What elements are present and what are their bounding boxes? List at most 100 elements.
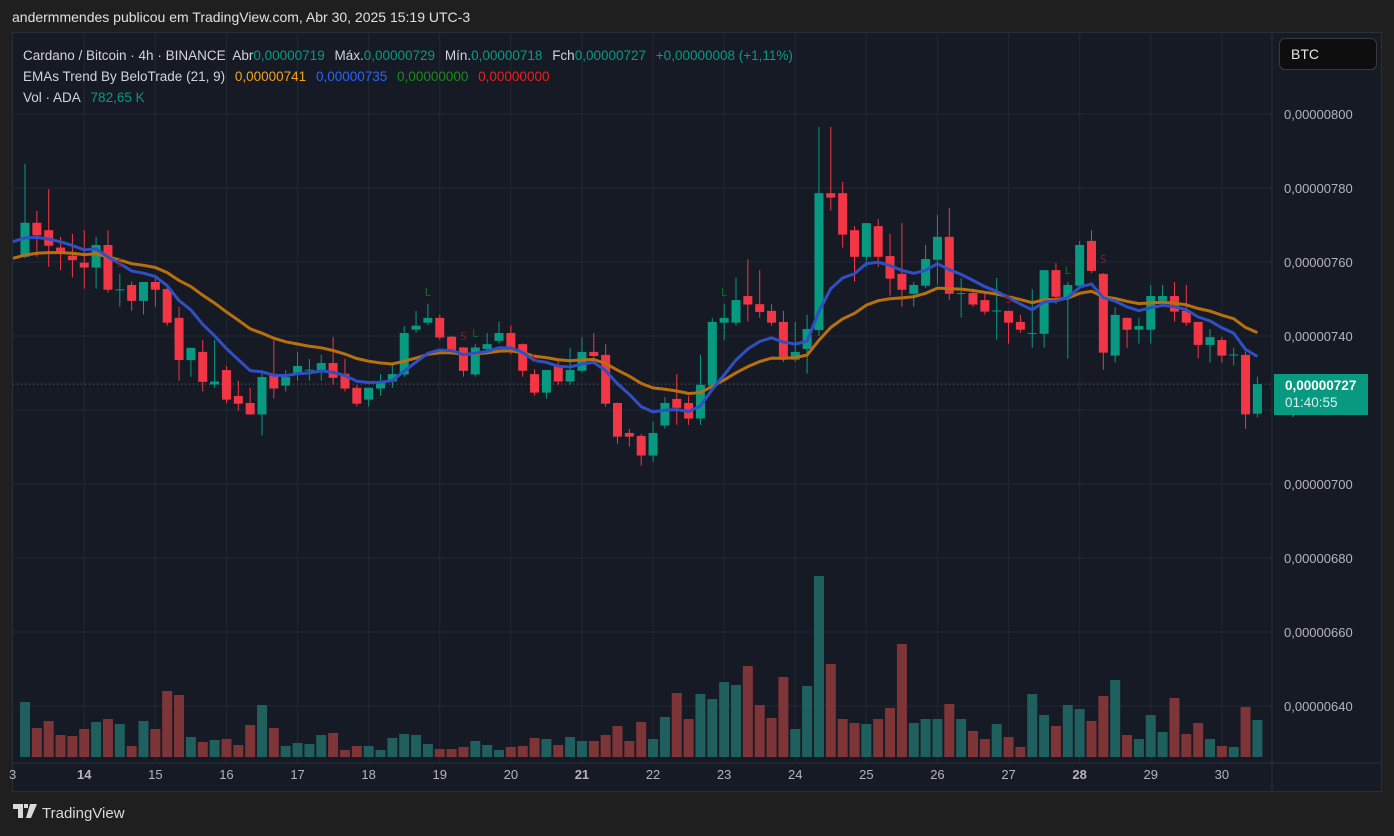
price-tick-label: 0,00000700 [1284, 477, 1353, 492]
price-tick-label: 0,00000660 [1284, 625, 1353, 640]
candle [281, 370, 291, 392]
candle [221, 365, 231, 404]
candle [115, 273, 125, 307]
time-axis: 3 14 15 16 17 18 19 20 21 22 23 24 25 26 27 28 29 30 [9, 767, 1229, 782]
candle [589, 333, 599, 361]
volume-bar [375, 750, 386, 757]
candle-body [1027, 333, 1037, 335]
volume-bar [790, 729, 801, 757]
short-signal-label: S [531, 352, 538, 365]
candle [767, 304, 777, 326]
tradingview-logo-text: TradingView [42, 804, 125, 822]
volume-bar [458, 746, 469, 757]
volume-bar [31, 728, 42, 757]
volume-bar [671, 692, 682, 757]
candle [1241, 351, 1251, 429]
candle [530, 369, 540, 396]
volume-bar [624, 741, 635, 757]
indicator-title[interactable]: EMAs Trend By BeloTrade (21, 9) [23, 69, 225, 84]
volume-bar [79, 729, 90, 757]
candle [1229, 347, 1239, 366]
candle [660, 397, 670, 429]
candle [20, 163, 30, 259]
candle [1134, 317, 1144, 344]
time-tick-label: 25 [859, 767, 873, 782]
candle [127, 281, 137, 311]
candle [897, 223, 907, 307]
candle [1122, 317, 1132, 348]
time-tick-label: 21 [575, 767, 589, 782]
candle [992, 277, 1002, 340]
time-tick-label: 19 [433, 767, 447, 782]
price-tick-label: 0,00000740 [1284, 329, 1353, 344]
volume-bar [43, 721, 54, 757]
time-tick-label: 23 [717, 767, 731, 782]
candle-body [932, 236, 942, 260]
candle-body [719, 317, 729, 323]
volume-bar [636, 722, 647, 757]
volume-bar [1157, 731, 1168, 757]
volume-bar [221, 738, 232, 757]
volume-title[interactable]: Vol · ADA [23, 90, 81, 105]
volume-bar [411, 735, 422, 757]
change-value: +0,00000008 (+1,11%) [655, 48, 793, 63]
volume-bar [197, 742, 208, 757]
high-label: Máx. [334, 48, 364, 63]
candle-body [32, 222, 42, 236]
candle-body [1217, 340, 1227, 356]
candle [174, 306, 184, 381]
candle-body [435, 317, 445, 338]
candle [577, 337, 587, 373]
currency-button[interactable]: BTC [1279, 38, 1377, 70]
candle-body [1158, 296, 1168, 301]
candle [707, 317, 717, 388]
volume-bar [837, 718, 848, 757]
time-tick-label: 28 [1072, 767, 1086, 782]
symbol-title[interactable]: Cardano / Bitcoin · 4h · BINANCE [23, 48, 226, 63]
candlestick-chart[interactable]: SLS LSLSLS 0,000008000,000007800,00000760… [0, 0, 1394, 836]
short-signal-label: S [116, 257, 123, 270]
candle-body [1051, 270, 1061, 297]
candle [802, 314, 812, 374]
candle-body [1087, 240, 1096, 271]
candle [269, 340, 279, 399]
candle [518, 343, 528, 377]
candle [731, 277, 741, 326]
volume-bar [1039, 715, 1050, 757]
candle-body [482, 344, 492, 349]
candle [1110, 307, 1120, 363]
candle [861, 223, 871, 267]
volume-bar [825, 663, 836, 757]
candle [435, 314, 445, 340]
ema-fast-value: 0,00000735 [315, 69, 388, 84]
volume-bar [1015, 746, 1026, 757]
close-label: Fch [552, 48, 575, 63]
volume-bar [517, 745, 528, 757]
price-tick-label: 0,00000760 [1284, 255, 1353, 270]
candle-body [198, 351, 208, 382]
candle-body [79, 262, 89, 268]
candle [1252, 376, 1262, 418]
candle-body [364, 387, 374, 400]
volume-bar [1027, 694, 1038, 757]
candle-body [1252, 384, 1262, 414]
time-tick-label: 22 [646, 767, 660, 782]
volume-bar [20, 702, 30, 757]
candle [304, 358, 314, 381]
time-tick-label: 26 [930, 767, 944, 782]
volume-bar [470, 741, 481, 757]
candle [1015, 314, 1025, 333]
volume-bar [612, 725, 623, 757]
candle [1027, 289, 1037, 348]
candle-body [1075, 244, 1085, 286]
candle-body [826, 193, 836, 198]
last-price-label: 0,00000727 01:40:55 [1274, 374, 1368, 415]
long-signal-label: L [721, 286, 728, 299]
volume-value: 782,65 K [90, 90, 145, 105]
time-tick-label: 3 [9, 767, 16, 782]
candle-body [636, 435, 646, 456]
tradingview-logo[interactable]: TradingView [13, 804, 125, 822]
candle [103, 230, 113, 293]
volume-bar [576, 741, 587, 757]
volume-bar [896, 643, 907, 757]
